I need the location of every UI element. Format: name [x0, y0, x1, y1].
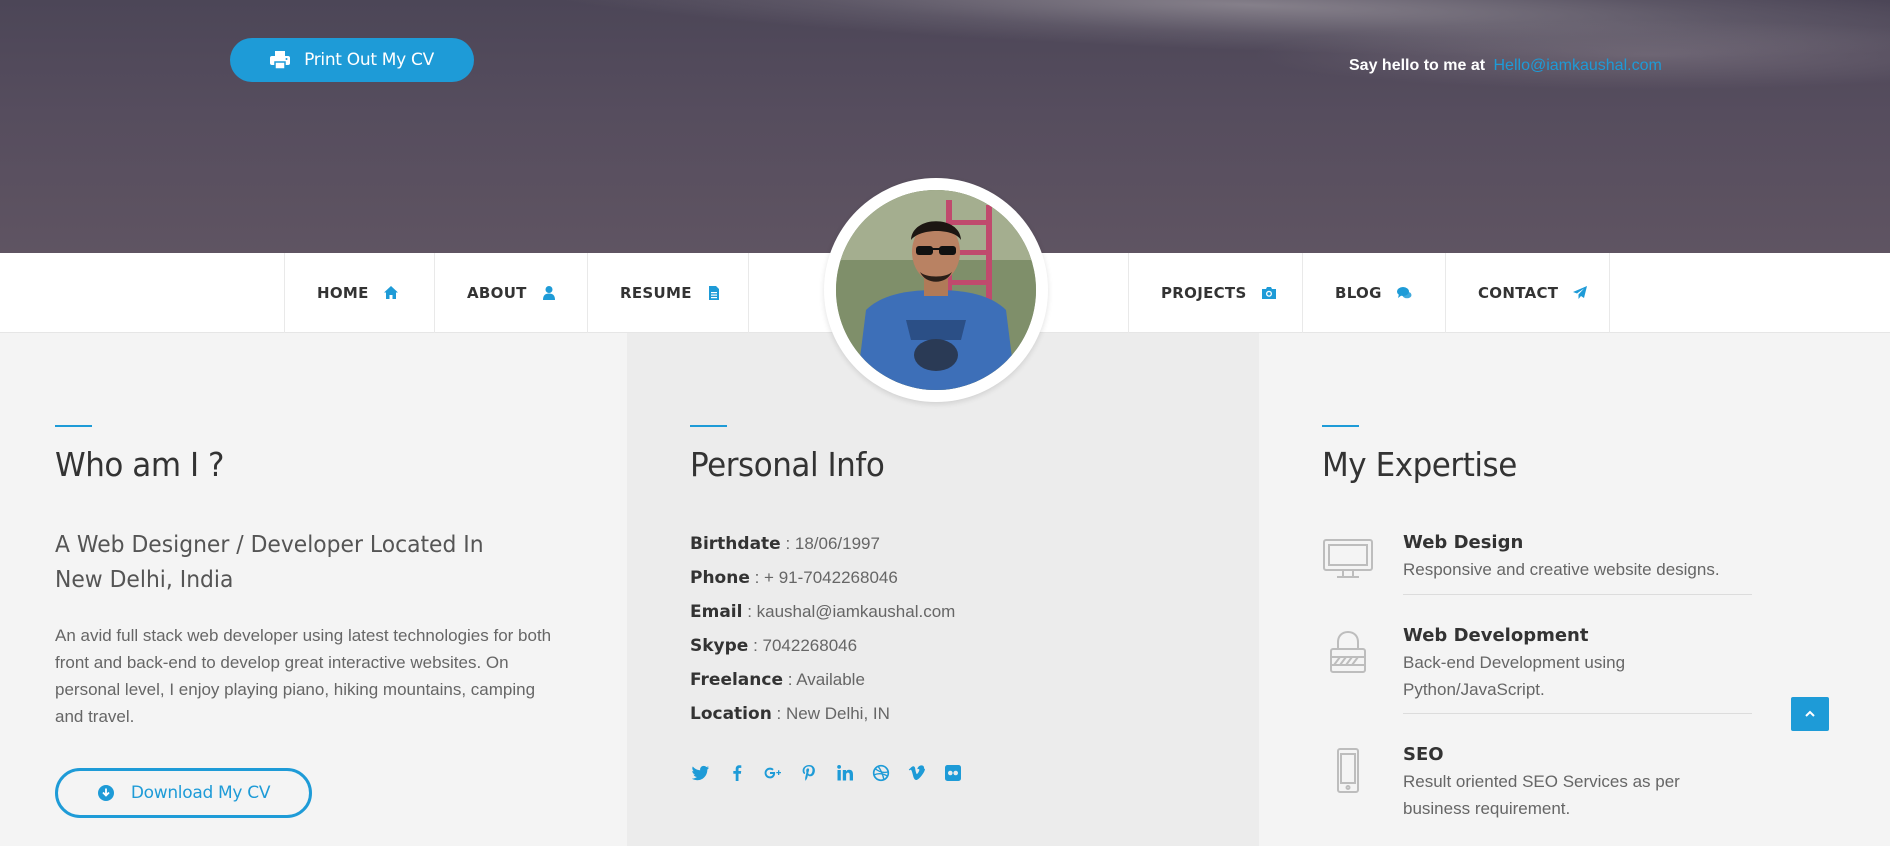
facebook-icon[interactable]: [727, 763, 746, 782]
chevron-up-icon: [1804, 708, 1816, 720]
expertise-item-desc: Result oriented SEO Services as per busi…: [1403, 772, 1680, 818]
flickr-icon[interactable]: [943, 763, 962, 782]
info-row-location: Location : New Delhi, IN: [690, 704, 890, 724]
print-cv-label: Print Out My CV: [304, 50, 434, 70]
personal-info-title: Personal Info: [690, 445, 885, 484]
comments-icon: [1396, 285, 1412, 301]
monitor-icon: [1322, 536, 1374, 582]
nav-item-label: CONTACT: [1478, 284, 1559, 302]
scroll-to-top-button[interactable]: [1791, 697, 1829, 731]
info-row-phone: Phone : + 91-7042268046: [690, 568, 898, 588]
nav-item-label: PROJECTS: [1161, 284, 1247, 302]
mobile-icon: [1322, 748, 1374, 794]
nav-item-label: HOME: [317, 284, 369, 302]
about-text: An avid full stack web developer using l…: [55, 626, 552, 726]
dribbble-icon[interactable]: [871, 763, 890, 782]
section-accent-line: [690, 425, 727, 427]
linkedin-icon[interactable]: [835, 763, 854, 782]
nav-item-blog[interactable]: BLOG: [1302, 253, 1445, 333]
print-cv-button[interactable]: Print Out My CV: [230, 38, 474, 82]
personal-info-list: Birthdate : 18/06/1997 Phone : + 91-7042…: [690, 534, 955, 738]
nav-item-home[interactable]: HOME: [284, 253, 434, 333]
expertise-divider: [1403, 594, 1752, 595]
info-row-freelance: Freelance : Available: [690, 670, 865, 690]
info-row-birthdate: Birthdate : 18/06/1997: [690, 534, 880, 554]
social-links: [691, 763, 962, 782]
section-accent-line: [1322, 425, 1359, 427]
expertise-item-desc: Responsive and creative website designs.: [1403, 560, 1720, 579]
camera-icon: [1261, 285, 1277, 301]
file-icon: [706, 285, 722, 301]
download-cv-label: Download My CV: [130, 783, 271, 803]
hello-text: Say hello to me at Hello@iamkaushal.com: [1349, 57, 1662, 75]
nav-item-projects[interactable]: PROJECTS: [1128, 253, 1302, 333]
section-accent-line: [55, 425, 92, 427]
about-subtitle: A Web Designer / Developer Located In Ne…: [55, 532, 484, 593]
expertise-item-title: Web Development: [1403, 625, 1589, 646]
download-cv-button[interactable]: Download My CV: [55, 768, 312, 818]
nav-item-about[interactable]: ABOUT: [434, 253, 587, 333]
home-icon: [383, 285, 399, 301]
twitter-icon[interactable]: [691, 763, 710, 782]
nav-item-label: BLOG: [1335, 284, 1382, 302]
nav-item-resume[interactable]: RESUME: [587, 253, 748, 333]
paper-plane-icon: [1572, 285, 1588, 301]
hello-prefix: Say hello to me at: [1349, 57, 1486, 74]
expertise-title: My Expertise: [1322, 445, 1517, 484]
nav-item-label: ABOUT: [467, 284, 527, 302]
expertise-item-desc: Back-end Development using Python/JavaSc…: [1403, 653, 1626, 699]
info-row-email: Email : kaushal@iamkaushal.com: [690, 602, 956, 622]
about-title: Who am I ?: [55, 445, 225, 484]
hero-cloud: [1250, 20, 1890, 90]
vimeo-icon[interactable]: [907, 763, 926, 782]
google-plus-icon[interactable]: [763, 763, 782, 782]
print-icon: [270, 51, 291, 69]
expertise-divider: [1403, 713, 1752, 714]
nav-item-contact[interactable]: CONTACT: [1445, 253, 1610, 333]
nav-item-label: RESUME: [620, 284, 692, 302]
lock-icon: [1322, 629, 1374, 675]
expertise-item-title: SEO: [1403, 744, 1444, 765]
expertise-item-title: Web Design: [1403, 532, 1524, 553]
nav-divider: [748, 253, 749, 333]
user-icon: [541, 285, 557, 301]
download-icon: [97, 784, 115, 802]
avatar: [824, 178, 1048, 402]
info-row-skype: Skype : 7042268046: [690, 636, 858, 656]
profile-photo: [836, 190, 1036, 390]
hello-email-link[interactable]: Hello@iamkaushal.com: [1494, 57, 1662, 74]
pinterest-icon[interactable]: [799, 763, 818, 782]
